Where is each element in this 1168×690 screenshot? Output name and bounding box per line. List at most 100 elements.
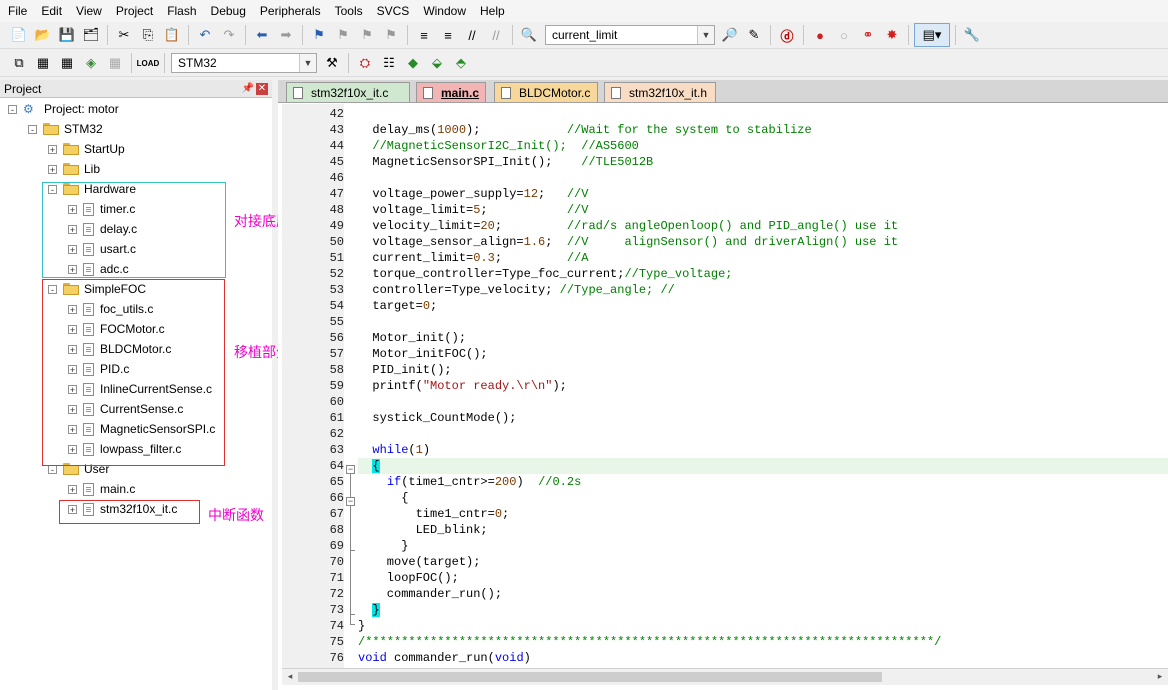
line-number: 75 — [329, 635, 344, 649]
manage-components-icon[interactable]: ⛭ — [354, 52, 376, 74]
save-all-icon[interactable]: 🗂 — [80, 24, 102, 46]
next-bookmark-icon[interactable]: ⚑ — [356, 24, 378, 46]
redo-icon[interactable]: ↷ — [218, 24, 240, 46]
paste-icon[interactable]: 📋 — [161, 24, 183, 46]
rebuild-icon[interactable]: ▦ — [56, 52, 78, 74]
cut-icon[interactable]: ✂ — [113, 24, 135, 46]
incremental-find-icon[interactable]: ✎ — [743, 24, 765, 46]
code-text: torque_controller=Type_foc_current; — [358, 267, 625, 281]
collapse-icon[interactable]: - — [28, 124, 37, 134]
insert-breakpoint-icon[interactable]: ● — [809, 24, 831, 46]
tab-label: BLDCMotor.c — [519, 85, 591, 100]
tab-stm32f10x_it-c[interactable]: stm32f10x_it.c — [286, 82, 410, 102]
find-combo[interactable]: current_limit ▼ — [545, 25, 715, 45]
tab-main-c[interactable]: main.c — [416, 82, 486, 102]
code-text: LED_blink; — [358, 523, 488, 537]
fold-toggle-icon[interactable]: − — [346, 497, 355, 506]
expand-icon[interactable]: + — [68, 484, 77, 494]
find-icon[interactable]: 🔎 — [719, 24, 741, 46]
close-icon[interactable]: ✕ — [256, 82, 268, 95]
collapse-icon[interactable]: - — [8, 104, 17, 114]
comment-icon[interactable]: // — [461, 24, 483, 46]
translate-icon[interactable]: ⧉ — [8, 52, 30, 74]
code-comment: //Wait for the system to stabilize — [566, 123, 812, 137]
save-icon[interactable]: 💾 — [56, 24, 78, 46]
download-load-icon[interactable]: LOAD — [137, 52, 160, 74]
expand-icon[interactable]: + — [48, 164, 57, 174]
editor-tab-bar: stm32f10x_it.c main.c BLDCMotor.c stm32f10x… — [278, 80, 1168, 103]
menu-tools[interactable]: Tools — [328, 0, 370, 22]
menu-project[interactable]: Project — [109, 0, 160, 22]
pin-icon[interactable]: 📌 — [240, 83, 256, 94]
build-icon[interactable]: ▦ — [32, 52, 54, 74]
code-text-area[interactable]: delay_ms(1000); //Wait for the system to… — [358, 104, 1168, 676]
code-line: voltage_limit=5; //V — [358, 202, 1168, 218]
code-text: (time1_cntr>= — [401, 475, 495, 489]
tab-bldcmotor-c[interactable]: BLDCMotor.c — [494, 82, 598, 102]
line-number: 71 — [329, 571, 344, 585]
horizontal-scrollbar[interactable]: ◂ ▸ — [282, 668, 1168, 685]
menu-window[interactable]: Window — [416, 0, 473, 22]
bookmark-icon[interactable]: ⚑ — [308, 24, 330, 46]
target-options-icon[interactable]: ⚒ — [321, 52, 343, 74]
find-in-files-icon[interactable]: 🔍 — [518, 24, 540, 46]
code-line: } — [358, 602, 1168, 618]
code-text: ; — [494, 251, 567, 265]
manage-rte-icon[interactable]: ◆ — [402, 52, 424, 74]
clear-bookmarks-icon[interactable]: ⚑ — [380, 24, 402, 46]
enable-breakpoint-icon[interactable]: ○ — [833, 24, 855, 46]
prev-bookmark-icon[interactable]: ⚑ — [332, 24, 354, 46]
scroll-left-icon[interactable]: ◂ — [283, 671, 297, 683]
stop-build-icon[interactable]: ▦ — [104, 52, 126, 74]
code-line: voltage_power_supply=12; //V — [358, 186, 1168, 202]
copy-icon[interactable]: ⎘ — [137, 24, 159, 46]
uncomment-icon[interactable]: // — [485, 24, 507, 46]
menu-view[interactable]: View — [69, 0, 109, 22]
tree-item-lib[interactable]: + Lib — [48, 159, 100, 179]
tree-item-label: main.c — [100, 482, 136, 496]
menu-file[interactable]: File — [0, 0, 34, 22]
file-extensions-icon[interactable]: ☷ — [378, 52, 400, 74]
line-number: 69 — [329, 539, 344, 553]
expand-icon[interactable]: + — [48, 144, 57, 154]
tree-item-project-motor[interactable]: - ⚙ Project: motor — [8, 99, 119, 119]
kill-breakpoints-icon[interactable]: ✸ — [881, 24, 903, 46]
new-file-icon[interactable]: 📄 — [8, 24, 30, 46]
tree-item-startup[interactable]: + StartUp — [48, 139, 125, 159]
tree-item-stm32[interactable]: - STM32 — [28, 119, 103, 139]
menu-edit[interactable]: Edit — [34, 0, 69, 22]
indent-icon[interactable]: ≡ — [413, 24, 435, 46]
menu-peripherals[interactable]: Peripherals — [253, 0, 328, 22]
tab-stm32f10x_it-h[interactable]: stm32f10x_it.h — [604, 82, 716, 102]
select-packs-icon[interactable]: ⬙ — [426, 52, 448, 74]
undo-icon[interactable]: ↶ — [194, 24, 216, 46]
chevron-down-icon[interactable]: ▼ — [697, 26, 714, 44]
batch-build-icon[interactable]: ◈ — [80, 52, 102, 74]
code-text: loopFOC(); — [358, 571, 459, 585]
toolbar-separator — [803, 25, 804, 45]
toolbar-separator — [188, 25, 189, 45]
scrollbar-thumb[interactable] — [298, 672, 882, 682]
menu-help[interactable]: Help — [473, 0, 512, 22]
simplefoc-group-box — [42, 279, 225, 466]
fold-toggle-icon[interactable]: − — [346, 465, 355, 474]
configure-icon[interactable]: 🔧 — [961, 24, 983, 46]
menu-debug[interactable]: Debug — [204, 0, 253, 22]
tree-item-main-c[interactable]: + main.c — [68, 479, 135, 499]
target-select[interactable]: STM32 ▼ — [171, 53, 317, 73]
window-layout-icon[interactable]: ▤▾ — [914, 23, 950, 47]
navigate-back-icon[interactable]: ⬅ — [251, 24, 273, 46]
scroll-right-icon[interactable]: ▸ — [1153, 671, 1167, 683]
pack-installer-icon[interactable]: ⬘ — [450, 52, 472, 74]
toolbar-separator — [407, 25, 408, 45]
menu-svcs[interactable]: SVCS — [370, 0, 417, 22]
navigate-forward-icon[interactable]: ➡ — [275, 24, 297, 46]
menu-flash[interactable]: Flash — [160, 0, 203, 22]
debug-session-icon[interactable]: ⓓ — [776, 24, 798, 46]
chevron-down-icon[interactable]: ▼ — [299, 54, 316, 72]
disable-breakpoints-icon[interactable]: ⚭ — [857, 24, 879, 46]
open-file-icon[interactable]: 📂 — [32, 24, 54, 46]
unindent-icon[interactable]: ≡ — [437, 24, 459, 46]
